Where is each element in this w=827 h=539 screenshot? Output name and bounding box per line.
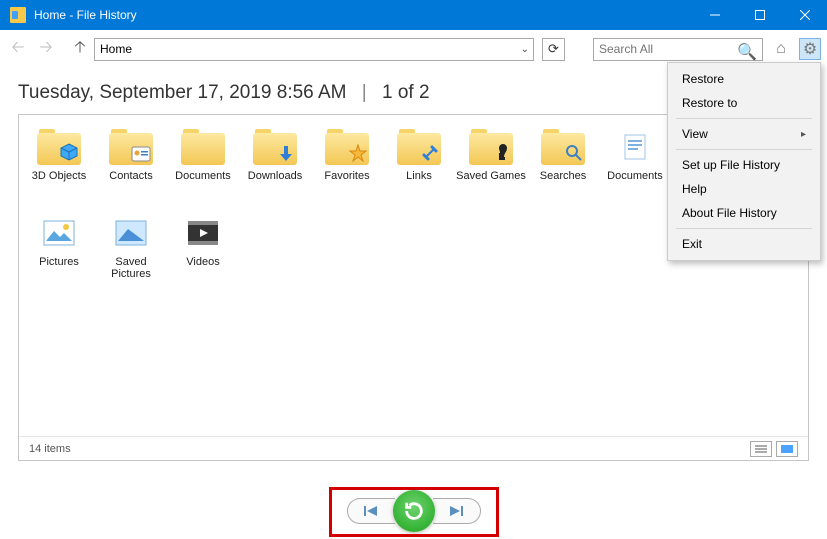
- maximize-button[interactable]: [737, 0, 782, 30]
- folder-item[interactable]: Contacts: [95, 125, 167, 211]
- folder-icon: [251, 127, 299, 167]
- chevron-down-icon[interactable]: ⌄: [521, 44, 529, 55]
- snapshot-position: 1 of 2: [382, 82, 430, 103]
- item-label: Searches: [540, 170, 586, 182]
- search-wrap: 🔍: [593, 38, 763, 61]
- minimize-button[interactable]: [692, 0, 737, 30]
- home-icon[interactable]: ⌂: [770, 38, 792, 60]
- folder-item[interactable]: Documents: [599, 125, 671, 211]
- window-buttons: [692, 0, 827, 30]
- folder-icon: [179, 127, 227, 167]
- menu-setup[interactable]: Set up File History: [668, 153, 820, 177]
- folder-item[interactable]: Favorites: [311, 125, 383, 211]
- app-icon: [10, 7, 26, 23]
- item-label: 3D Objects: [32, 170, 86, 182]
- restore-button[interactable]: [393, 490, 435, 532]
- folder-icon: [611, 127, 659, 167]
- previous-version-button[interactable]: [347, 498, 395, 524]
- folder-icon: [35, 213, 83, 253]
- item-label: Contacts: [109, 170, 152, 182]
- folder-icon: [395, 127, 443, 167]
- details-view-button[interactable]: [750, 441, 772, 457]
- status-bar: 14 items: [19, 436, 808, 460]
- folder-item[interactable]: Searches: [527, 125, 599, 211]
- refresh-button[interactable]: ⟳: [542, 38, 565, 61]
- folder-item[interactable]: Downloads: [239, 125, 311, 211]
- toolbar: 🡠 🡢 🡡 Home ⌄ ⟳ 🔍 ⌂ ⚙: [0, 30, 827, 62]
- menu-about[interactable]: About File History: [668, 201, 820, 225]
- folder-item[interactable]: Saved Pictures: [95, 211, 167, 297]
- item-label: Videos: [186, 256, 219, 268]
- item-label: Saved Games: [456, 170, 526, 182]
- folder-item[interactable]: Pictures: [23, 211, 95, 297]
- thumbnails-view-button[interactable]: [776, 441, 798, 457]
- item-label: Saved Pictures: [95, 256, 167, 280]
- item-label: Downloads: [248, 170, 302, 182]
- forward-button[interactable]: 🡢: [34, 39, 58, 59]
- item-label: Favorites: [324, 170, 369, 182]
- item-label: Documents: [607, 170, 663, 182]
- menu-view[interactable]: View▸: [668, 122, 820, 146]
- titlebar: Home - File History: [0, 0, 827, 30]
- folder-item[interactable]: Videos: [167, 211, 239, 297]
- folder-icon: [467, 127, 515, 167]
- folder-icon: [323, 127, 371, 167]
- back-button[interactable]: 🡠: [6, 39, 30, 59]
- window-title: Home - File History: [34, 8, 692, 22]
- item-count: 14 items: [29, 443, 71, 455]
- folder-icon: [107, 127, 155, 167]
- chevron-right-icon: ▸: [801, 129, 806, 140]
- gear-icon[interactable]: ⚙: [799, 38, 821, 60]
- item-label: Links: [406, 170, 432, 182]
- folder-item[interactable]: Documents: [167, 125, 239, 211]
- snapshot-datetime: Tuesday, September 17, 2019 8:56 AM: [18, 82, 346, 103]
- folder-icon: [179, 213, 227, 253]
- folder-icon: [107, 213, 155, 253]
- menu-restore[interactable]: Restore: [668, 67, 820, 91]
- item-label: Pictures: [39, 256, 79, 268]
- version-controls: [347, 490, 481, 532]
- close-button[interactable]: [782, 0, 827, 30]
- settings-menu: Restore Restore to View▸ Set up File His…: [667, 62, 821, 261]
- search-icon: 🔍: [737, 42, 757, 62]
- path-box[interactable]: Home ⌄: [94, 38, 534, 61]
- folder-item[interactable]: 3D Objects: [23, 125, 95, 211]
- item-label: Documents: [175, 170, 231, 182]
- folder-icon: [35, 127, 83, 167]
- folder-item[interactable]: Links: [383, 125, 455, 211]
- folder-icon: [539, 127, 587, 167]
- menu-restore-to[interactable]: Restore to: [668, 91, 820, 115]
- next-version-button[interactable]: [433, 498, 481, 524]
- folder-item[interactable]: Saved Games: [455, 125, 527, 211]
- path-text: Home: [100, 42, 132, 56]
- menu-exit[interactable]: Exit: [668, 232, 820, 256]
- up-button[interactable]: 🡡: [70, 39, 90, 59]
- menu-help[interactable]: Help: [668, 177, 820, 201]
